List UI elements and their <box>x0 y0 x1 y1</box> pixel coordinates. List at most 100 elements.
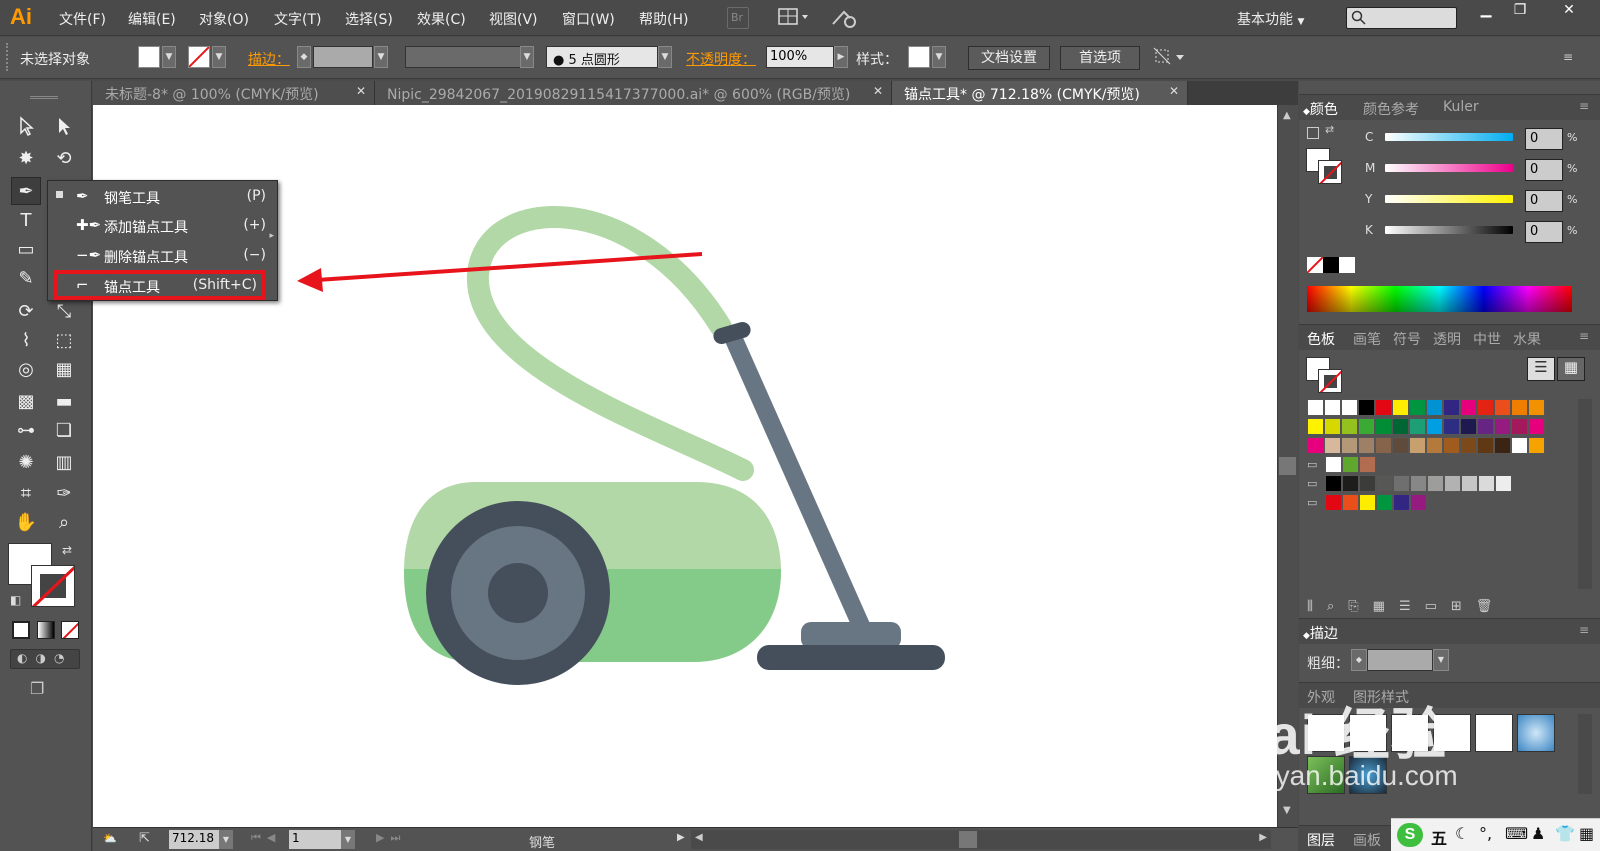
close-icon[interactable]: ✕ <box>356 84 366 98</box>
scroll-thumb[interactable] <box>959 831 977 848</box>
lasso-tool-icon[interactable]: ⟲ <box>49 145 79 173</box>
rectangle-tool-icon[interactable]: ▭ <box>11 236 41 264</box>
black-input[interactable]: 0 <box>1525 221 1563 243</box>
color-swatch[interactable] <box>1325 456 1342 473</box>
color-swatch[interactable] <box>1409 399 1426 416</box>
scroll-up-icon[interactable]: ▲ <box>1283 110 1291 121</box>
gradient-mode-button[interactable] <box>37 621 55 639</box>
color-swatch[interactable] <box>1426 418 1443 435</box>
menu-object[interactable]: 对象(O) <box>199 9 249 29</box>
tab-color-guide[interactable]: 颜色参考 <box>1363 99 1419 119</box>
zoom-dropdown[interactable]: ▼ <box>219 830 233 849</box>
color-swatch[interactable] <box>1341 437 1358 454</box>
magic-wand-tool-icon[interactable]: ✸ <box>11 145 41 173</box>
color-stroke-box[interactable] <box>1318 160 1342 184</box>
color-swatch[interactable] <box>1461 475 1478 492</box>
brush-definition[interactable]: ● 5 点圆形 <box>546 46 658 68</box>
graphic-style-dropdown[interactable]: ▼ <box>932 46 946 68</box>
cyan-slider[interactable] <box>1385 133 1513 141</box>
color-swatch[interactable] <box>1375 418 1392 435</box>
color-spectrum[interactable] <box>1307 286 1572 312</box>
variable-width-profile[interactable] <box>405 46 521 68</box>
folder-icon[interactable]: ▭ <box>1307 496 1321 509</box>
menu-file[interactable]: 文件(F) <box>59 9 106 29</box>
half-width-icon[interactable]: ☾ <box>1455 824 1469 843</box>
sogou-logo-icon[interactable]: S <box>1397 823 1423 847</box>
none-color-chip[interactable] <box>1307 257 1323 273</box>
grid-view-icon[interactable]: ▦ <box>1557 357 1585 381</box>
stroke-weight-stepper[interactable]: ◆ <box>1351 649 1367 671</box>
tab-kuler[interactable]: Kuler <box>1443 99 1479 115</box>
symbol-sprayer-tool-icon[interactable]: ✺ <box>11 449 41 477</box>
color-swatch[interactable] <box>1460 437 1477 454</box>
graph-tool-icon[interactable]: ▥ <box>49 449 79 477</box>
color-swatch[interactable] <box>1392 437 1409 454</box>
scale-tool-icon[interactable]: ⤡ <box>49 298 79 326</box>
color-swatch[interactable] <box>1427 475 1444 492</box>
color-swatch[interactable] <box>1342 456 1359 473</box>
color-swatch[interactable] <box>1307 437 1324 454</box>
tab-swatches[interactable]: 色板 <box>1307 329 1335 349</box>
color-swatch[interactable] <box>1460 418 1477 435</box>
tab-symbols[interactable]: 符号 <box>1393 329 1421 349</box>
tab-color[interactable]: ◆颜色 <box>1303 99 1338 119</box>
stroke-weight-dropdown[interactable]: ▼ <box>1433 649 1449 671</box>
color-swatch[interactable] <box>1324 418 1341 435</box>
color-swatch[interactable] <box>1342 475 1359 492</box>
color-swatch[interactable] <box>1410 494 1427 511</box>
selection-tool-icon[interactable] <box>11 116 41 144</box>
close-button[interactable]: ✕ <box>1555 2 1583 22</box>
cyan-input[interactable]: 0 <box>1525 128 1563 150</box>
panel-menu-icon[interactable]: ≡ <box>1579 99 1589 113</box>
close-icon[interactable]: ✕ <box>873 84 883 98</box>
color-swatch[interactable] <box>1494 437 1511 454</box>
tab-stroke[interactable]: ◆描边 <box>1303 623 1338 643</box>
ime-mode-label[interactable]: 五 <box>1431 825 1447 849</box>
color-swatch[interactable] <box>1342 494 1359 511</box>
menu-window[interactable]: 窗口(W) <box>562 9 615 29</box>
color-swatch[interactable] <box>1460 399 1477 416</box>
tab-brushes[interactable]: 画笔 <box>1353 329 1381 349</box>
black-slider[interactable] <box>1385 226 1513 234</box>
panel-menu-icon[interactable]: ≡ <box>1579 623 1589 637</box>
perspective-grid-tool-icon[interactable]: ▦ <box>49 356 79 384</box>
color-swatch[interactable] <box>1392 399 1409 416</box>
tab-medieval[interactable]: 中世 <box>1473 329 1501 349</box>
color-swatch[interactable] <box>1376 475 1393 492</box>
artboard-number-input[interactable]: 1 <box>289 830 341 849</box>
menu-help[interactable]: 帮助(H) <box>639 9 688 29</box>
align-options-icon[interactable] <box>1152 46 1188 68</box>
mesh-tool-icon[interactable]: ▩ <box>11 388 41 416</box>
scroll-right-icon[interactable]: ▶ <box>1259 832 1267 843</box>
color-swatch[interactable] <box>1375 437 1392 454</box>
hand-tool-icon[interactable]: ✋ <box>11 509 41 537</box>
zoom-tool-icon[interactable]: ⌕ <box>49 509 79 537</box>
warp-tool-icon[interactable]: ⌇ <box>11 327 41 355</box>
menu-view[interactable]: 视图(V) <box>489 9 538 29</box>
color-swatch[interactable] <box>1426 399 1443 416</box>
stroke-swatch[interactable] <box>188 46 210 68</box>
tab-artboards[interactable]: 画板 <box>1353 830 1381 850</box>
graphic-style-blue[interactable] <box>1517 714 1555 752</box>
stroke-label[interactable]: 描边： <box>248 49 290 69</box>
panel-menu-icon[interactable]: ≡ <box>1563 50 1573 64</box>
stroke-weight-stepper[interactable]: ◆ <box>297 46 311 68</box>
white-color-chip[interactable] <box>1339 257 1355 273</box>
swatch-scrollbar[interactable] <box>1578 399 1592 589</box>
color-swatch[interactable] <box>1324 399 1341 416</box>
color-swatch[interactable] <box>1393 494 1410 511</box>
stroke-weight-dropdown[interactable]: ▼ <box>374 46 388 68</box>
bridge-button[interactable]: Br <box>727 7 749 29</box>
tab-layers[interactable]: 图层 <box>1307 830 1335 850</box>
opacity-label[interactable]: 不透明度： <box>686 49 756 69</box>
stroke-weight-input[interactable] <box>313 46 373 68</box>
artboard-nav-prev-icons[interactable]: ⏮◀ <box>251 831 281 845</box>
type-tool-icon[interactable]: T <box>11 207 41 235</box>
color-swatch[interactable] <box>1511 399 1528 416</box>
color-mode-button[interactable] <box>12 621 30 639</box>
preferences-button[interactable]: 首选项 <box>1060 46 1140 70</box>
rotate-tool-icon[interactable]: ⟳ <box>11 298 41 326</box>
color-swatch[interactable] <box>1477 399 1494 416</box>
swatch-stroke-box[interactable] <box>1318 369 1342 393</box>
keyboard-icon[interactable]: ⌨ <box>1505 824 1528 843</box>
